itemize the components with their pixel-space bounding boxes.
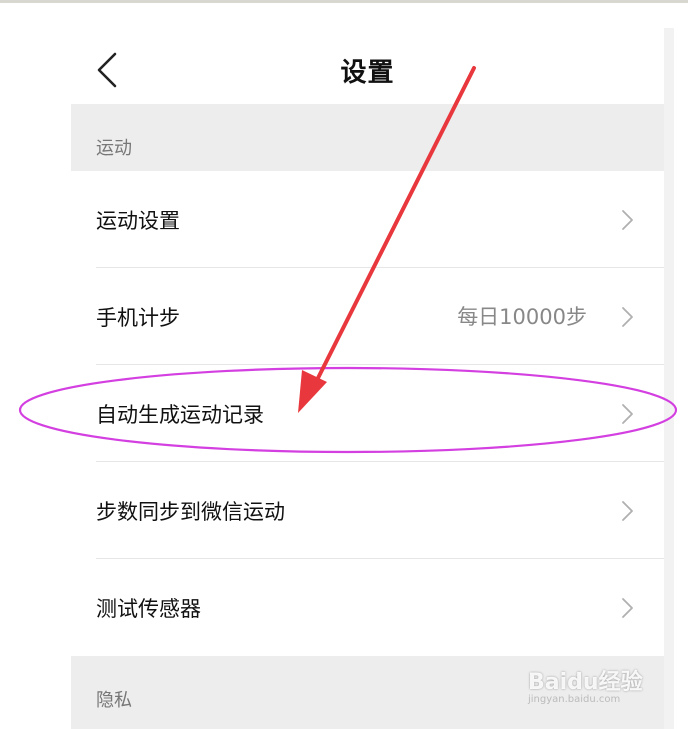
- row-label: 手机计步: [96, 306, 180, 330]
- side-strip: [664, 28, 674, 729]
- settings-row-wechat-sync[interactable]: 步数同步到微信运动: [71, 462, 664, 559]
- section-header-sport: 运动: [71, 104, 664, 171]
- section-title: 隐私: [96, 690, 132, 711]
- watermark-cn: 经验: [598, 670, 643, 695]
- watermark-url: jingyan.baidu.com: [528, 694, 621, 705]
- row-label: 自动生成运动记录: [96, 403, 264, 427]
- row-label: 步数同步到微信运动: [96, 500, 285, 524]
- baidu-jingyan-watermark: Baidu经验 jingyan.baidu.com: [528, 664, 643, 705]
- watermark-paw: du: [567, 670, 599, 695]
- settings-row-sport-settings[interactable]: 运动设置: [71, 171, 664, 268]
- settings-row-phone-pedometer[interactable]: 手机计步 每日10000步: [71, 268, 664, 365]
- chevron-right-icon: [622, 501, 633, 521]
- chevron-right-icon: [622, 404, 633, 424]
- watermark-brand: Bai: [528, 670, 568, 695]
- nav-header: 设置: [71, 20, 664, 104]
- section-title: 运动: [96, 138, 132, 159]
- settings-row-auto-record[interactable]: 自动生成运动记录: [71, 365, 664, 462]
- settings-row-test-sensor[interactable]: 测试传感器: [71, 559, 664, 656]
- chevron-right-icon: [622, 307, 633, 327]
- page-title: 设置: [340, 58, 395, 88]
- chevron-right-icon: [622, 598, 633, 618]
- settings-panel: 设置 运动 运动设置 手机计步 每日10000步 自动生成运动记录 步数同步到微…: [71, 20, 664, 729]
- top-edge-rule: [0, 0, 688, 3]
- row-label: 测试传感器: [96, 597, 201, 621]
- row-label: 运动设置: [96, 209, 180, 233]
- row-value-daily-steps: 每日10000步: [457, 305, 587, 329]
- chevron-right-icon: [622, 210, 633, 230]
